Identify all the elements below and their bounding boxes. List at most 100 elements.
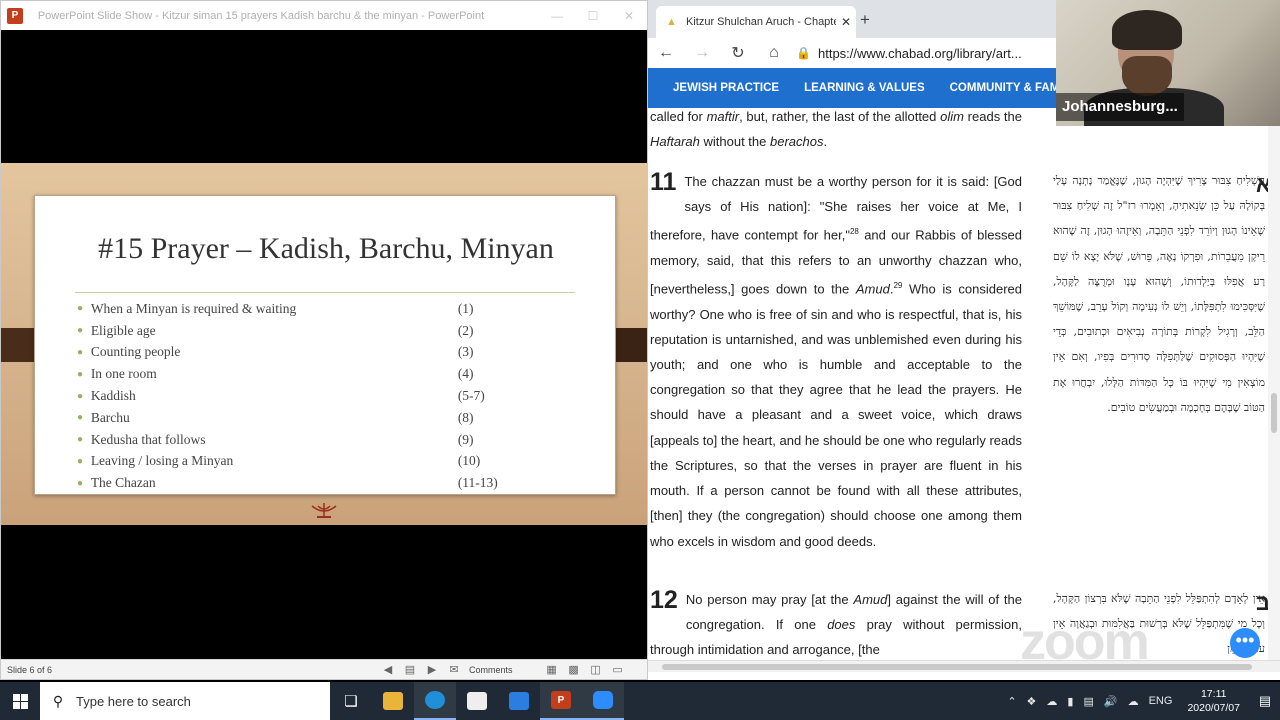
- participant-beard: [1122, 56, 1172, 96]
- search-placeholder: Type here to search: [76, 693, 191, 709]
- taskbar-search[interactable]: ⚲ Type here to search: [40, 682, 330, 720]
- nav-learning-values[interactable]: LEARNING & VALUES: [804, 82, 925, 94]
- reading-view-icon[interactable]: ◫: [585, 663, 607, 676]
- new-tab-icon[interactable]: +: [860, 10, 870, 30]
- intro-paragraph: called for maftir, but, rather, the last…: [650, 109, 1022, 150]
- slide-bullet-item: ● Counting people (3): [77, 344, 474, 360]
- windows-logo-icon: [12, 693, 28, 709]
- section-12-english: 12 No person may pray [at the Amud] again…: [650, 586, 1023, 658]
- slide-content-card: #15 Prayer – Kadish, Barchu, Minyan ● Whe…: [34, 195, 616, 495]
- slideshow-icon[interactable]: ▭: [607, 663, 629, 676]
- start-button[interactable]: [0, 682, 40, 720]
- slide-divider: [75, 292, 575, 293]
- refresh-icon[interactable]: ↻: [720, 43, 756, 63]
- menorah-logo-icon: [311, 503, 337, 518]
- dropbox-icon[interactable]: ❖: [1027, 695, 1037, 708]
- slide-bullet-item: ● Kaddish (5-7): [77, 388, 485, 404]
- bullet-icon: ●: [77, 346, 84, 358]
- slide-bullet-list: ● When a Minyan is required & waiting (1) …: [77, 298, 517, 494]
- windows-taskbar: ⚲ Type here to search ❏ P ⌃ ❖ ☁ ▮ ▤ 🔊 ☁ …: [0, 682, 1280, 720]
- section-11-hebrew: הַשְׁלִיחַ צִבּוּר צָרִיךְ שֶׁיִּהְיֶה ה…: [1053, 174, 1265, 414]
- clock-time: 17:11: [1200, 688, 1227, 700]
- section-number: 12: [650, 586, 678, 614]
- nav-jewish-practice[interactable]: JEWISH PRACTICE: [673, 82, 779, 94]
- slide-heading: #15 Prayer – Kadish, Barchu, Minyan: [98, 232, 554, 265]
- system-tray: ⌃ ❖ ☁ ▮ ▤ 🔊 ☁ ENG 17:11 2020/07/07 ▤: [1002, 682, 1280, 720]
- slide-bullet-item: ● Leaving / losing a Minyan (10): [77, 453, 481, 469]
- bullet-icon: ●: [77, 412, 84, 424]
- language-indicator[interactable]: ENG: [1149, 695, 1173, 707]
- menu-icon[interactable]: ▤: [399, 663, 421, 676]
- zoom-taskbar-icon[interactable]: [582, 682, 624, 720]
- network-icon[interactable]: ▤: [1083, 695, 1093, 708]
- slide-bullet-item: ● In one room (4): [77, 366, 474, 382]
- bullet-icon: ●: [77, 303, 84, 315]
- tab-close-icon[interactable]: ✕: [836, 15, 856, 29]
- participant-video-tile[interactable]: Johannesburg...: [1056, 0, 1280, 126]
- section-11-english: 11 The chazzan must be a worthy person fo…: [650, 168, 1022, 549]
- clock[interactable]: 17:11 2020/07/07: [1187, 687, 1240, 715]
- participant-name: Johannesburg...: [1056, 93, 1184, 121]
- clock-date: 2020/07/07: [1187, 702, 1240, 714]
- browser-tab[interactable]: ▲ Kitzur Shulchan Aruch - Chapter ✕: [656, 6, 856, 38]
- store-icon[interactable]: [456, 682, 498, 720]
- back-icon[interactable]: ←: [648, 44, 684, 62]
- more-options-icon[interactable]: •••: [1230, 628, 1260, 658]
- powerpoint-logo-icon: P: [7, 7, 23, 24]
- scrollbar-thumb[interactable]: [662, 664, 1252, 670]
- normal-view-icon[interactable]: ▦: [541, 663, 563, 676]
- volume-icon[interactable]: 🔊: [1104, 695, 1118, 708]
- url-text: https://www.chabad.org/library/art...: [818, 45, 1022, 61]
- show-hidden-icons-icon[interactable]: ⌃: [1007, 695, 1016, 708]
- zoom-watermark: zoom: [1020, 613, 1150, 671]
- slide-show-stage[interactable]: #15 Prayer – Kadish, Barchu, Minyan ● Whe…: [1, 30, 647, 659]
- slide-bullet-item: ● Kedusha that follows (9): [77, 431, 474, 447]
- footnote-link[interactable]: 28: [850, 227, 859, 236]
- slide-sorter-icon[interactable]: ▩: [563, 663, 585, 676]
- cloud-sync-icon[interactable]: ☁: [1128, 695, 1139, 708]
- bullet-icon: ●: [77, 325, 84, 337]
- chabad-favicon-icon: ▲: [666, 16, 677, 28]
- comments-button[interactable]: Comments: [469, 665, 513, 675]
- slide[interactable]: #15 Prayer – Kadish, Barchu, Minyan ● Whe…: [1, 163, 647, 525]
- mail-icon[interactable]: [498, 682, 540, 720]
- search-icon: ⚲: [52, 692, 64, 709]
- comments-icon[interactable]: ✉: [443, 663, 465, 676]
- powerpoint-taskbar-icon[interactable]: P: [540, 682, 582, 720]
- scrollbar-thumb[interactable]: [1271, 393, 1277, 433]
- bullet-icon: ●: [77, 434, 84, 446]
- previous-slide-icon[interactable]: ◀: [377, 663, 399, 676]
- bullet-icon: ●: [77, 455, 84, 467]
- slide-bullet-item: ● The Chazan (11-13): [77, 475, 498, 491]
- tab-title: Kitzur Shulchan Aruch - Chapter: [686, 16, 836, 28]
- slide-counter: Slide 6 of 6: [7, 664, 53, 675]
- lock-icon: 🔒: [796, 46, 811, 60]
- ppt-title-bar: P PowerPoint Slide Show - Kitzur siman 1…: [1, 1, 647, 30]
- maximize-icon[interactable]: ☐: [575, 1, 611, 30]
- ppt-status-bar: Slide 6 of 6 ◀ ▤ ▶ ✉ Comments ▦ ▩ ◫ ▭: [1, 659, 647, 679]
- powerpoint-window: P PowerPoint Slide Show - Kitzur siman 1…: [0, 0, 648, 680]
- minimize-icon[interactable]: —: [539, 1, 575, 30]
- article-content[interactable]: called for maftir, but, rather, the last…: [648, 108, 1268, 660]
- bullet-icon: ●: [77, 390, 84, 402]
- slide-bullet-item: ● Eligible age (2): [77, 322, 474, 338]
- file-explorer-icon[interactable]: [372, 682, 414, 720]
- section-number: 11: [650, 168, 677, 196]
- participant-hair: [1112, 10, 1182, 50]
- slide-bullet-item: ● When a Minyan is required & waiting (1): [77, 300, 474, 316]
- onedrive-icon[interactable]: ☁: [1046, 695, 1057, 708]
- close-icon[interactable]: ✕: [611, 1, 647, 30]
- next-slide-icon[interactable]: ▶: [421, 663, 443, 676]
- battery-icon[interactable]: ▮: [1067, 695, 1073, 708]
- slide-bullet-item: ● Barchu (8): [77, 409, 474, 425]
- vertical-scrollbar[interactable]: [1268, 108, 1280, 660]
- ppt-window-title: PowerPoint Slide Show - Kitzur siman 15 …: [37, 9, 485, 22]
- bullet-icon: ●: [77, 477, 84, 489]
- forward-icon[interactable]: →: [684, 44, 720, 62]
- edge-browser-icon[interactable]: [414, 682, 456, 720]
- notifications-icon[interactable]: ▤: [1250, 693, 1280, 709]
- bullet-icon: ●: [77, 368, 84, 380]
- home-icon[interactable]: ⌂: [756, 44, 792, 62]
- horizontal-scrollbar[interactable]: [648, 660, 1280, 672]
- task-view-icon[interactable]: ❏: [330, 682, 372, 720]
